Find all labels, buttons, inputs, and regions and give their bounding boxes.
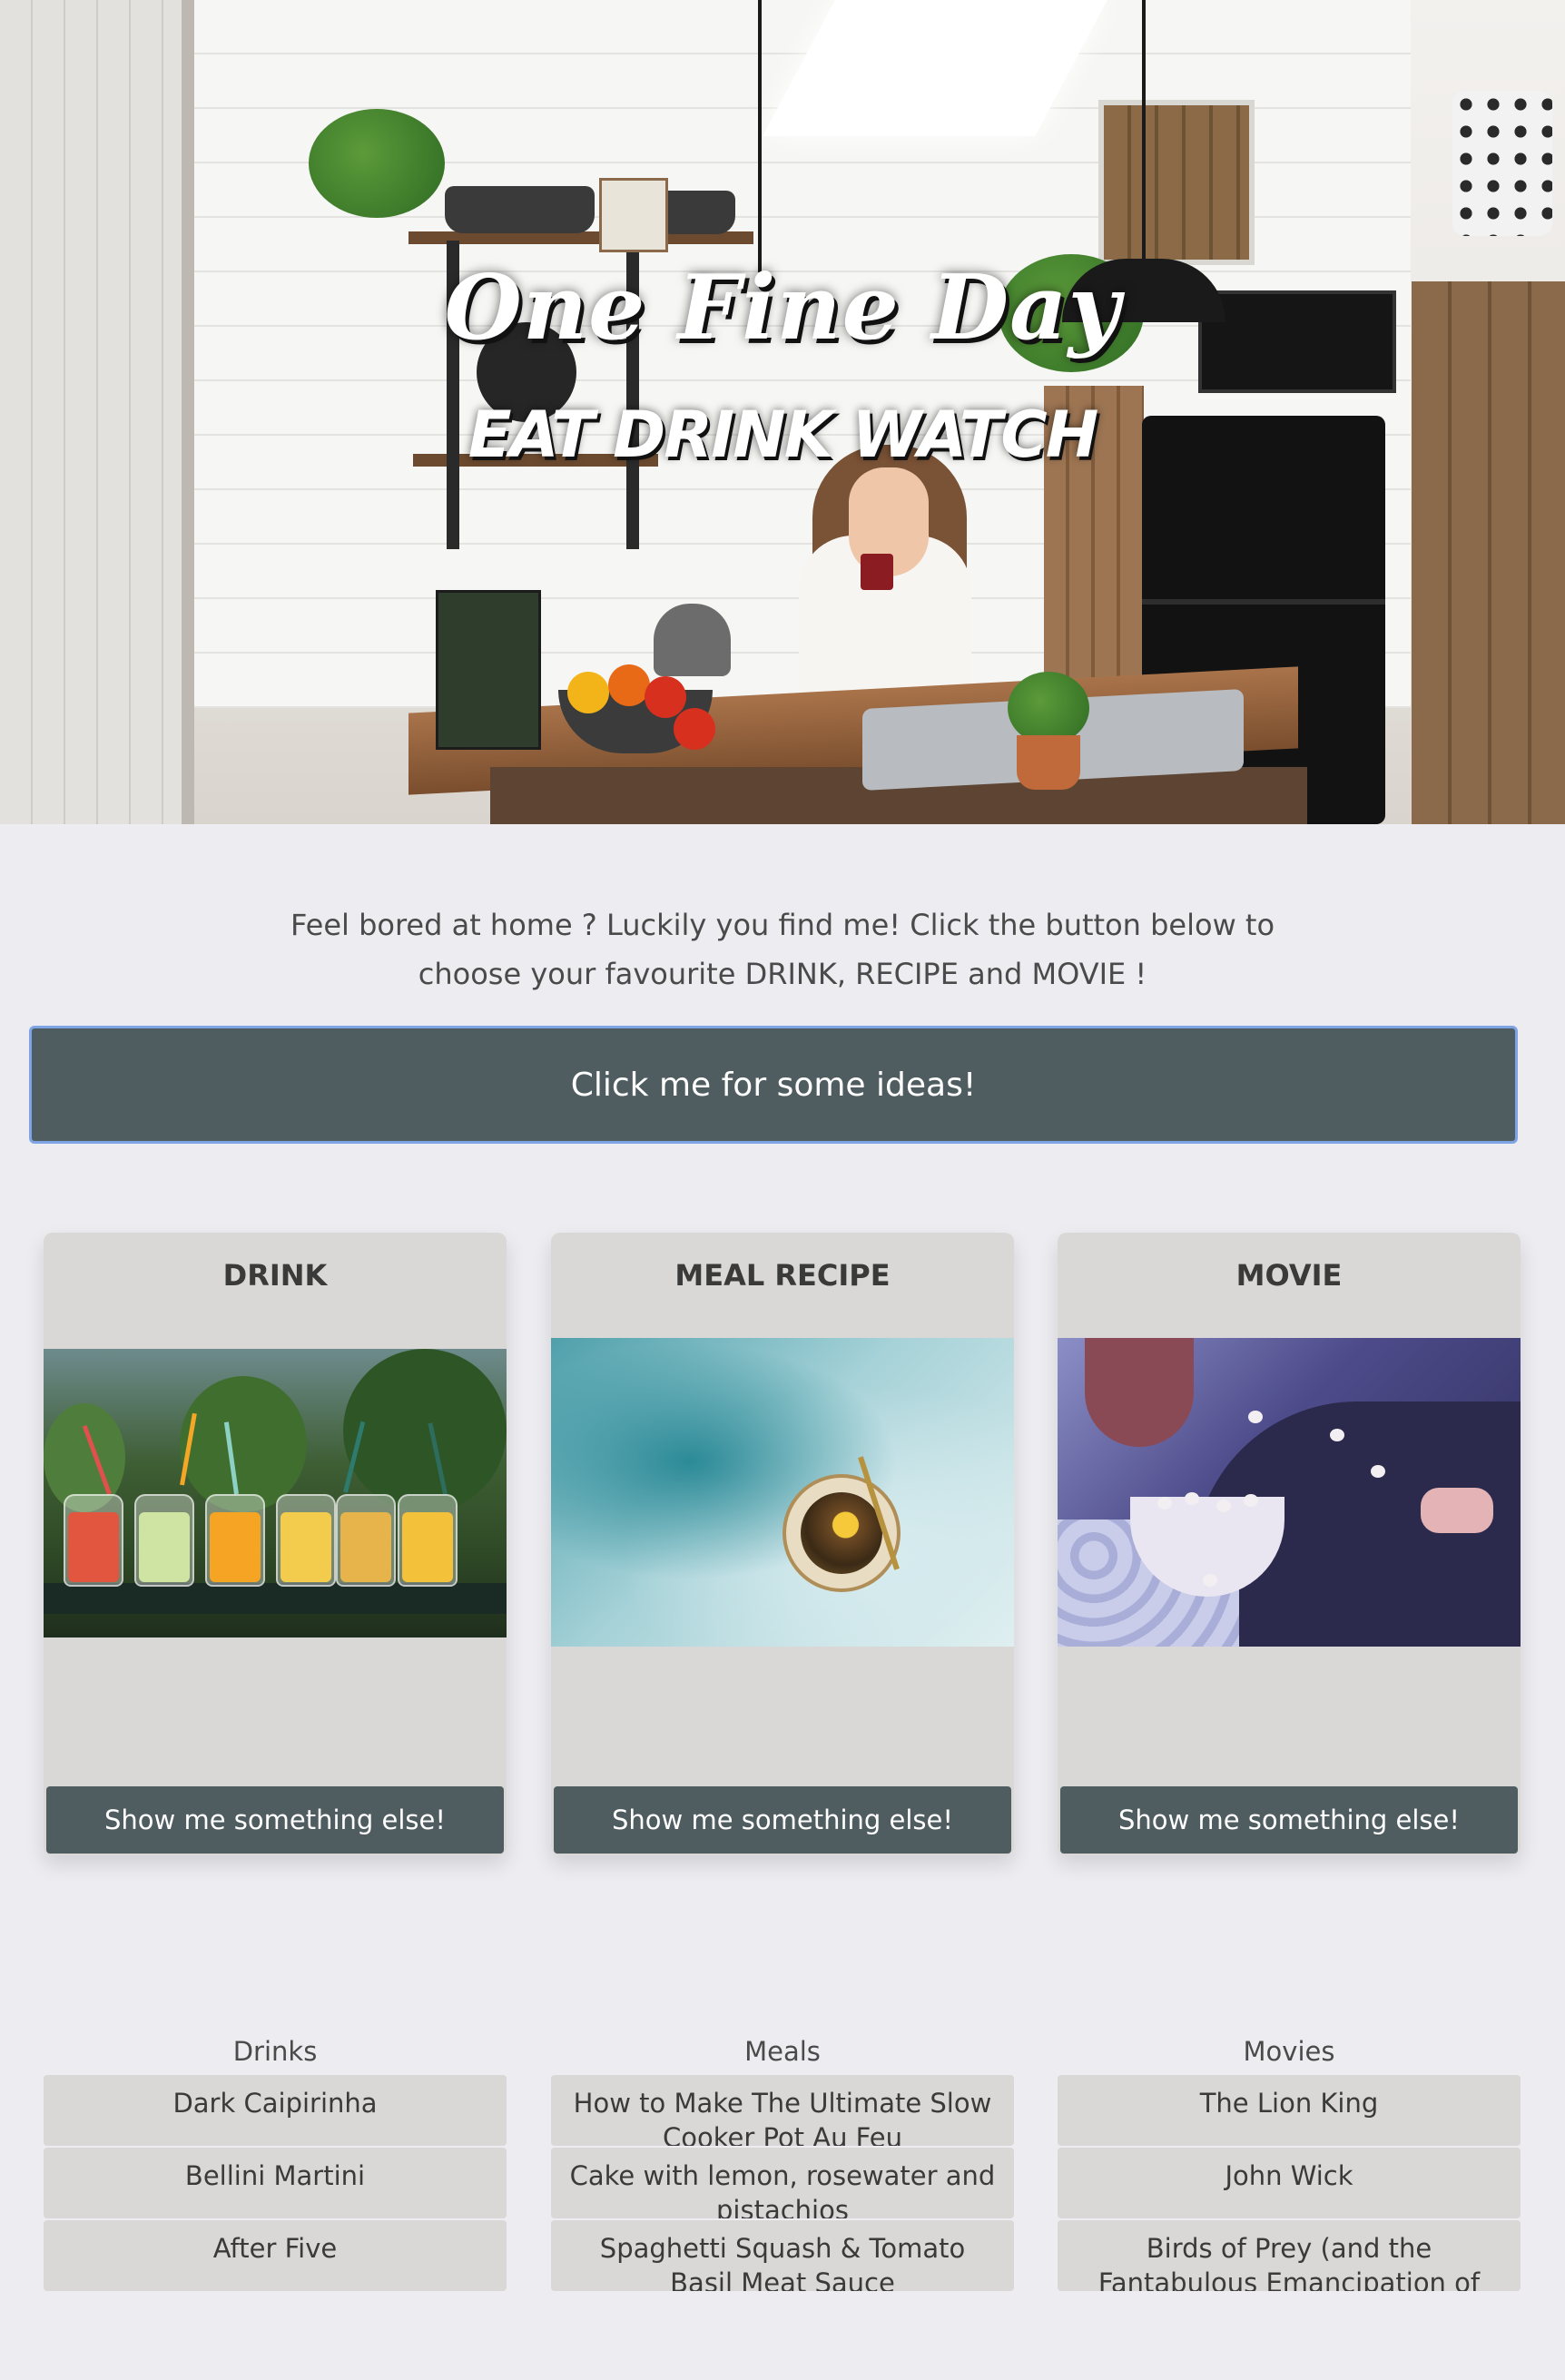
hero-wood-sign <box>599 178 668 252</box>
hero-books <box>436 590 541 750</box>
hero-kettle <box>654 604 731 676</box>
movie-image <box>1058 1338 1521 1647</box>
hero-plant <box>309 109 445 218</box>
meal-refresh-button[interactable]: Show me something else! <box>554 1786 1011 1854</box>
movie-card: MOVIE Show me something else! <box>1058 1233 1521 1855</box>
drinks-list: Drinks Dark Caipirinha Bellini Martini A… <box>44 2030 507 2293</box>
list-item[interactable]: Dark Caipirinha <box>44 2075 507 2146</box>
list-heading: Drinks <box>232 2036 318 2067</box>
card-title: MOVIE <box>1235 1258 1343 1293</box>
ideas-button[interactable]: Click me for some ideas! <box>29 1026 1518 1144</box>
list-item[interactable]: How to Make The Ultimate Slow Cooker Pot… <box>551 2075 1014 2146</box>
meal-image <box>551 1338 1014 1647</box>
meals-list: Meals How to Make The Ultimate Slow Cook… <box>551 2030 1014 2293</box>
card-title: DRINK <box>222 1258 328 1293</box>
drink-image <box>44 1349 507 1637</box>
hero-pillow <box>1452 91 1552 236</box>
intro-text: Feel bored at home ? Luckily you find me… <box>290 908 1275 991</box>
hero-pot <box>445 186 595 233</box>
list-item[interactable]: Cake with lemon, rosewater and pistachio… <box>551 2148 1014 2218</box>
movie-refresh-button[interactable]: Show me something else! <box>1060 1786 1518 1854</box>
hero-barn-door <box>1412 281 1565 824</box>
hero-mug <box>861 554 893 590</box>
card-title: MEAL RECIPE <box>674 1258 891 1293</box>
hero-cabinet <box>1098 100 1255 265</box>
list-heading: Movies <box>1243 2036 1335 2067</box>
hero-title: One Fine Day <box>444 256 1121 360</box>
hero-banner: One Fine Day EAT DRINK WATCH <box>0 0 1565 824</box>
meal-card: MEAL RECIPE Show me something else! <box>551 1233 1014 1855</box>
movies-list: Movies The Lion King John Wick Birds of … <box>1058 2030 1521 2293</box>
list-item[interactable]: Bellini Martini <box>44 2148 507 2218</box>
list-item[interactable]: Birds of Prey (and the Fantabulous Emanc… <box>1058 2220 1521 2291</box>
list-item[interactable]: John Wick <box>1058 2148 1521 2218</box>
drink-refresh-button[interactable]: Show me something else! <box>46 1786 504 1854</box>
hero-subtitle: EAT DRINK WATCH <box>468 398 1099 472</box>
list-item[interactable]: Spaghetti Squash & Tomato Basil Meat Sau… <box>551 2220 1014 2291</box>
list-item[interactable]: After Five <box>44 2220 507 2291</box>
drink-card: DRINK Show me something else! <box>44 1233 507 1855</box>
list-item[interactable]: The Lion King <box>1058 2075 1521 2146</box>
list-heading: Meals <box>744 2036 821 2067</box>
